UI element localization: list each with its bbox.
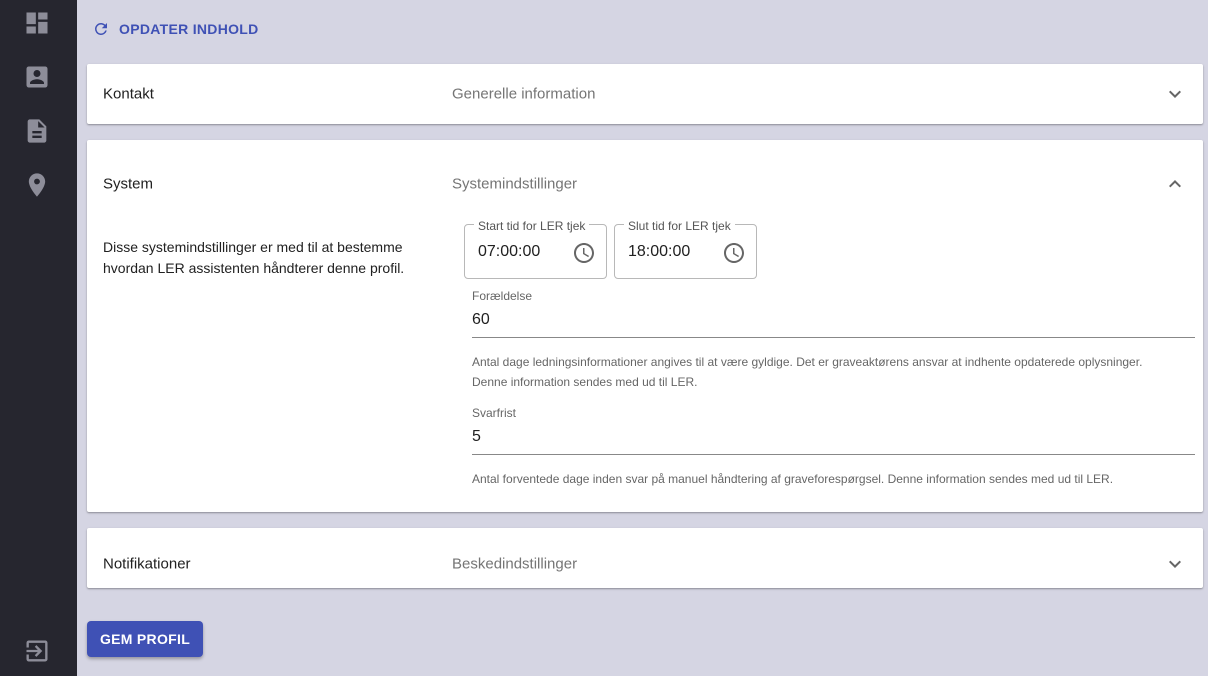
expiry-input[interactable]: 60	[472, 309, 1195, 338]
contact-panel-subtitle: Generelle information	[452, 85, 596, 103]
start-time-value[interactable]: 07:00:00	[478, 243, 540, 261]
clock-icon[interactable]	[572, 241, 596, 265]
expiry-field: Forældelse 60 Antal dage ledningsinforma…	[472, 289, 1195, 392]
system-description: Disse systemindstillinger er med til at …	[103, 239, 405, 276]
end-time-label: Slut tid for LER tjek	[624, 219, 735, 233]
logout-icon[interactable]	[23, 637, 51, 665]
notifications-panel: Notifikationer Beskedindstillinger	[87, 528, 1203, 588]
end-time-field[interactable]: Slut tid for LER tjek 18:00:00	[614, 219, 757, 279]
contact-panel-title: Kontakt	[103, 85, 154, 103]
contact-card-icon[interactable]	[23, 63, 51, 91]
deadline-input[interactable]: 5	[472, 426, 1195, 455]
system-panel-header[interactable]: System Systemindstillinger	[87, 140, 1203, 228]
refresh-icon	[94, 22, 107, 35]
deadline-help: Antal forventede dage inden svar på manu…	[472, 472, 1114, 486]
chevron-down-icon[interactable]	[1163, 552, 1187, 576]
system-panel-title: System	[103, 175, 154, 193]
deadline-label: Svarfrist	[472, 406, 517, 420]
system-panel: System Systemindstillinger Disse systemi…	[87, 140, 1203, 512]
notifications-panel-title: Notifikationer	[103, 555, 191, 573]
refresh-content-button[interactable]: OPDATER INDHOLD	[92, 17, 259, 41]
document-icon[interactable]	[23, 117, 51, 145]
location-pin-icon[interactable]	[23, 171, 51, 199]
clock-icon[interactable]	[722, 241, 746, 265]
start-time-field[interactable]: Start tid for LER tjek 07:00:00	[464, 219, 607, 279]
chevron-down-icon[interactable]	[1163, 82, 1187, 106]
chevron-up-icon[interactable]	[1163, 172, 1187, 196]
dashboard-icon[interactable]	[23, 9, 51, 37]
start-time-label: Start tid for LER tjek	[474, 219, 590, 233]
expiry-help: Antal dage ledningsinformationer angives…	[472, 355, 1143, 389]
contact-panel-header[interactable]: Kontakt Generelle information	[87, 64, 1203, 124]
contact-panel: Kontakt Generelle information	[87, 64, 1203, 124]
deadline-field: Svarfrist 5 Antal forventede dage inden …	[472, 406, 1195, 489]
system-panel-subtitle: Systemindstillinger	[452, 175, 578, 193]
refresh-label: OPDATER INDHOLD	[119, 21, 259, 37]
notifications-panel-subtitle: Beskedindstillinger	[452, 555, 578, 573]
save-profile-button[interactable]: GEM PROFIL	[87, 621, 203, 657]
expiry-label: Forældelse	[472, 289, 533, 303]
sidebar	[0, 0, 77, 676]
notifications-panel-header[interactable]: Notifikationer Beskedindstillinger	[87, 528, 1203, 600]
end-time-value[interactable]: 18:00:00	[628, 243, 690, 261]
